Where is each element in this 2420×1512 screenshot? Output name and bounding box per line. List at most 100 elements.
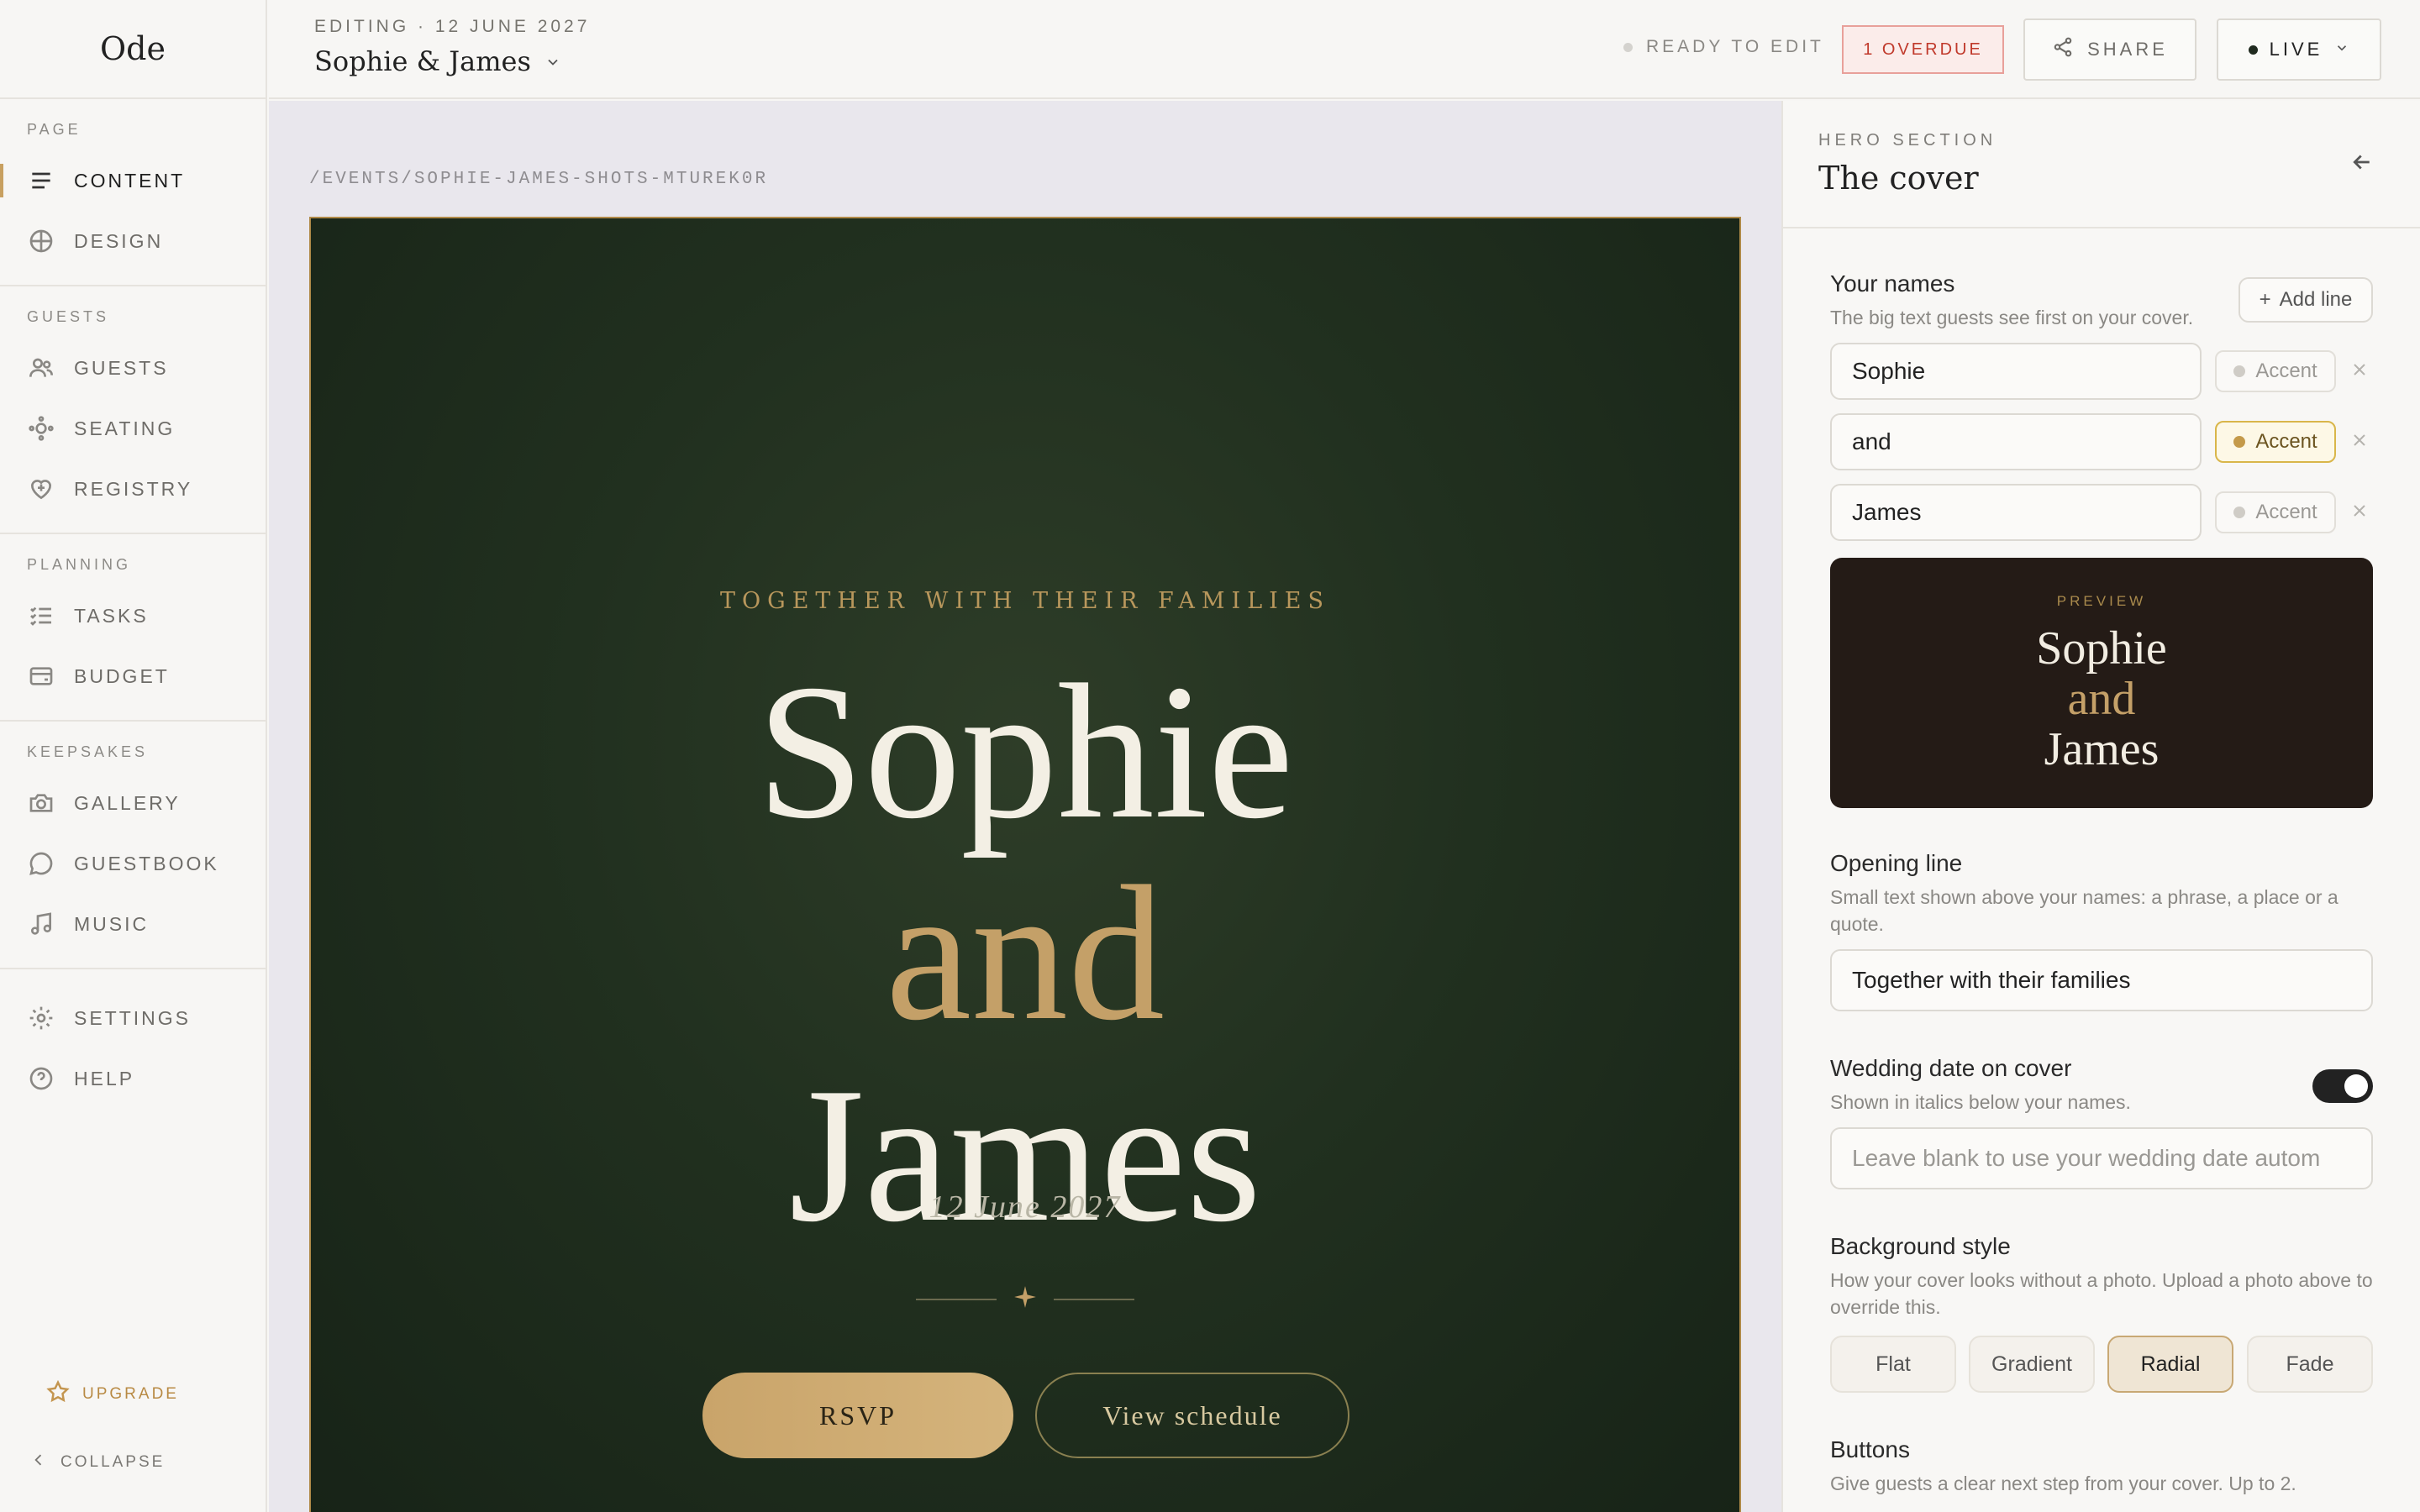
save-status: READY TO EDIT [1623, 37, 1824, 57]
sidebar-item-label: REGISTRY [74, 477, 193, 500]
collapse-label: COLLAPSE [60, 1453, 166, 1471]
wedding-date-input[interactable]: Leave blank to use your wedding date aut… [1830, 1127, 2373, 1189]
sidebar-item-gallery[interactable]: GALLERY [0, 773, 266, 833]
chevron-down-icon [2334, 39, 2349, 60]
camera-icon [27, 789, 55, 817]
live-dropdown[interactable]: LIVE [2217, 18, 2381, 81]
group-label: KEEPSAKES [27, 743, 149, 760]
help-circle-icon [27, 1064, 55, 1093]
nav-group-page: PAGE CONTENT DESIGN [0, 99, 266, 286]
view-schedule-button[interactable]: View schedule [1035, 1373, 1349, 1458]
sidebar-item-label: CONTENT [74, 169, 186, 192]
collapse-button[interactable]: COLLAPSE [30, 1452, 165, 1473]
name-line-input-1[interactable]: Sophie [1830, 343, 2202, 400]
upgrade-button[interactable]: UPGRADE [45, 1379, 179, 1410]
remove-line-button-3[interactable] [2349, 501, 2373, 524]
remove-line-button-2[interactable] [2349, 430, 2373, 454]
opening-line-input[interactable]: Together with their families [1830, 949, 2373, 1011]
sidebar-item-label: SETTINGS [74, 1006, 192, 1029]
sidebar-item-label: GUESTS [74, 356, 169, 379]
sidebar-item-design[interactable]: DESIGN [0, 211, 266, 271]
cover-name-line-2: and [885, 846, 1165, 1060]
cover-date: 12 June 2027 [929, 1189, 1122, 1225]
app-logo[interactable]: Ode [0, 0, 266, 99]
close-icon [2349, 505, 2370, 524]
bg-option-fade[interactable]: Fade [2247, 1336, 2373, 1393]
cover-hero[interactable]: TOGETHER WITH THEIR FAMILIES Sophie and … [309, 217, 1741, 1512]
event-switcher[interactable]: Sophie & James [314, 45, 561, 77]
menu-lines-icon [27, 166, 55, 195]
cover-opening-line: TOGETHER WITH THEIR FAMILIES [720, 588, 1330, 614]
heart-icon [27, 475, 55, 503]
share-button[interactable]: SHARE [2023, 18, 2196, 81]
overdue-badge[interactable]: 1 OVERDUE [1842, 25, 2004, 74]
sidebar-item-content[interactable]: CONTENT [0, 150, 266, 211]
accent-toggle-1[interactable]: Accent [2215, 350, 2336, 392]
sidebar-item-label: GALLERY [74, 791, 181, 814]
preview-canvas: /EVENTS/SOPHIE-JAMES-SHOTS-MTUREK0R TOGE… [269, 101, 1781, 1512]
globe-icon [27, 227, 55, 255]
live-label: LIVE [2269, 39, 2323, 60]
back-button[interactable] [2349, 150, 2375, 179]
name-line-input-2[interactable]: and [1830, 413, 2202, 470]
sidebar-item-settings[interactable]: SETTINGS [0, 988, 266, 1048]
checklist-icon [27, 601, 55, 630]
background-style-help: How your cover looks without a photo. Up… [1830, 1269, 2373, 1318]
live-dot [2248, 45, 2258, 55]
preview-label: PREVIEW [2056, 593, 2147, 609]
close-icon [2349, 364, 2370, 383]
bg-option-flat[interactable]: Flat [1830, 1336, 1956, 1393]
bg-option-radial[interactable]: Radial [2107, 1336, 2233, 1393]
wedding-date-toggle[interactable] [2312, 1069, 2373, 1103]
plus-icon: + [2259, 288, 2271, 311]
sidebar-item-guestbook[interactable]: GUESTBOOK [0, 833, 266, 894]
sidebar-item-tasks[interactable]: TASKS [0, 585, 266, 646]
sidebar-item-music[interactable]: MUSIC [0, 894, 266, 954]
close-icon [2349, 434, 2370, 454]
bg-option-gradient[interactable]: Gradient [1969, 1336, 2095, 1393]
sidebar-item-label: GUESTBOOK [74, 852, 219, 874]
sidebar-item-label: MUSIC [74, 912, 150, 935]
seating-icon [27, 414, 55, 443]
sidebar-item-label: HELP [74, 1067, 135, 1089]
sidebar-item-label: TASKS [74, 604, 149, 627]
nav-group-planning: PLANNING TASKS BUDGET [0, 534, 266, 722]
sidebar-item-registry[interactable]: REGISTRY [0, 459, 266, 519]
wallet-icon [27, 662, 55, 690]
background-style-label: Background style [1830, 1233, 2011, 1259]
buttons-label: Buttons [1830, 1436, 1910, 1462]
sidebar-item-guests[interactable]: GUESTS [0, 338, 266, 398]
sidebar-item-label: SEATING [74, 417, 176, 439]
add-line-label: Add line [2279, 288, 2353, 311]
status-dot [1623, 42, 1633, 52]
group-label: PLANNING [27, 556, 132, 573]
opening-line-help: Small text shown above your names: a phr… [1830, 886, 2338, 935]
remove-line-button-1[interactable] [2349, 360, 2373, 383]
sidebar-item-seating[interactable]: SEATING [0, 398, 266, 459]
name-line-input-3[interactable]: James [1830, 484, 2202, 541]
sidebar-item-budget[interactable]: BUDGET [0, 646, 266, 706]
share-label: SHARE [2087, 39, 2168, 60]
editing-date: EDITING · 12 JUNE 2027 [314, 17, 591, 36]
cover-name-line-1: Sophie [756, 644, 1294, 858]
group-label: GUESTS [27, 308, 110, 325]
share-icon [2052, 36, 2074, 63]
accent-label: Accent [2255, 430, 2317, 453]
wedding-date-help: Shown in italics below your names. [1830, 1091, 2131, 1113]
add-line-button[interactable]: + Add line [2238, 277, 2373, 323]
nav-group-keepsakes: KEEPSAKES GALLERY GUESTBOOK MUSIC [0, 722, 266, 969]
rsvp-button[interactable]: RSVP [702, 1373, 1013, 1458]
star-icon [45, 1379, 71, 1410]
people-icon [27, 354, 55, 382]
accent-label: Accent [2255, 360, 2317, 382]
opening-line-label: Opening line [1830, 850, 1963, 876]
divider-line [1054, 1298, 1134, 1300]
sidebar-item-help[interactable]: HELP [0, 1048, 266, 1109]
accent-toggle-2[interactable]: Accent [2215, 421, 2336, 463]
nav-group-system: SETTINGS HELP [0, 969, 266, 1122]
accent-dot [2233, 365, 2246, 377]
accent-toggle-3[interactable]: Accent [2215, 491, 2336, 533]
wedding-date-label: Wedding date on cover [1830, 1055, 2072, 1081]
section-title: The cover [1818, 160, 1979, 197]
chat-bubble-icon [27, 849, 55, 878]
